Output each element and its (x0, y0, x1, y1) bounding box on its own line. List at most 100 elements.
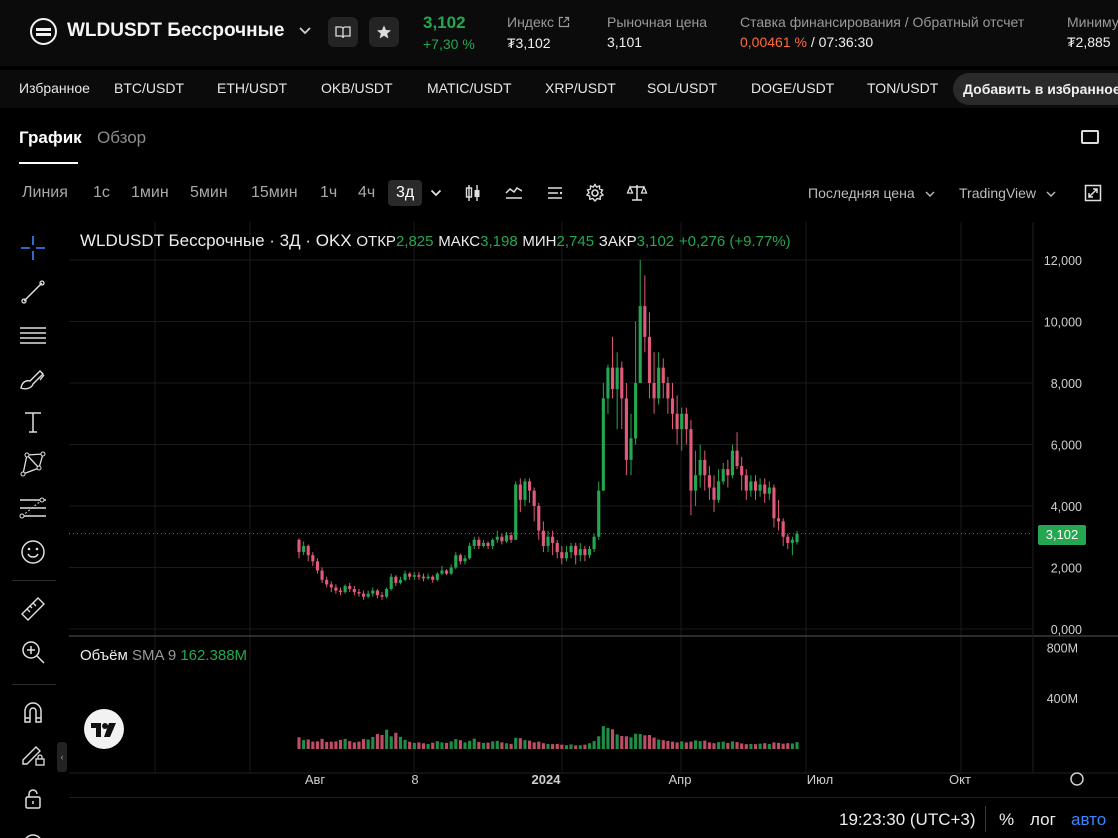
volume-bar (366, 739, 370, 749)
candle-body (753, 481, 758, 491)
axis-settings-icon[interactable] (1070, 772, 1084, 786)
active-tab-indicator (19, 162, 78, 164)
favorites-label[interactable]: Избранное (19, 80, 90, 96)
timeframe-3d[interactable]: 3д (388, 180, 423, 206)
candle-body (781, 521, 785, 537)
brush-icon[interactable] (17, 364, 49, 396)
legend-open-label: ОТКР (356, 233, 396, 250)
candles-icon[interactable] (461, 181, 485, 205)
timeframe-15m[interactable]: 15мин (251, 184, 298, 202)
candle-body (338, 590, 343, 593)
candle-body (717, 481, 721, 500)
candle-body (551, 536, 555, 543)
timeframe-line[interactable]: Линия (22, 184, 68, 202)
funding-rate: 0,00461 % (740, 34, 807, 50)
tab-overview[interactable]: Обзор (97, 128, 146, 148)
volume-bar (486, 742, 490, 749)
clock-timezone[interactable]: 19:23:30 (UTC+3) (839, 810, 976, 830)
expand-icon[interactable] (1081, 181, 1105, 205)
legend-high-label: МАКС (438, 233, 481, 250)
price-chart[interactable]: 12,000 10,000 8,000 6,000 4,000 2,000 0,000 800… (69, 222, 1118, 797)
candle-body (320, 570, 324, 580)
volume-bar (583, 744, 587, 749)
timeframe-chevron-icon[interactable] (425, 181, 447, 205)
symbol-title[interactable]: WLDUSDT Бессрочные (67, 20, 284, 42)
auto-toggle[interactable]: авто (1071, 810, 1106, 830)
settings-list-icon[interactable] (543, 181, 567, 205)
volume-bar (527, 740, 532, 749)
candle-body (790, 539, 794, 543)
timeframe-1s[interactable]: 1с (93, 184, 110, 202)
tab-chart[interactable]: График (19, 128, 82, 148)
trend-line-icon[interactable] (17, 276, 49, 308)
volume-bar (624, 736, 628, 749)
tradingview-logo[interactable] (84, 709, 124, 749)
volume-bar (629, 737, 633, 749)
volume-bar (647, 735, 652, 749)
indicators-icon[interactable] (502, 181, 526, 205)
star-icon[interactable] (369, 17, 399, 47)
fav-item[interactable]: MATIC/USDT (427, 80, 512, 96)
chevron-down-icon[interactable] (298, 23, 312, 39)
price-type-dropdown[interactable]: Последняя цена (808, 185, 935, 201)
pattern-icon[interactable] (17, 448, 49, 480)
candle-body (361, 593, 366, 597)
fav-item[interactable]: SOL/USDT (647, 80, 717, 96)
book-icon[interactable] (328, 17, 358, 47)
volume-bar (481, 742, 486, 749)
external-link-icon[interactable] (558, 15, 570, 31)
fav-item[interactable]: OKB/USDT (321, 80, 393, 96)
horizontal-lines-icon[interactable] (17, 320, 49, 352)
eye-icon[interactable] (17, 822, 49, 838)
timeframe-4h[interactable]: 4ч (358, 184, 375, 202)
volume-bar (786, 743, 790, 749)
volume-bar (740, 743, 744, 749)
candle-body (776, 518, 781, 522)
scales-icon[interactable] (625, 181, 649, 205)
candle-body (444, 570, 449, 574)
volume-bar (560, 744, 564, 749)
window-icon[interactable] (1081, 130, 1099, 144)
timeframe-1h[interactable]: 1ч (320, 184, 337, 202)
volume-bar (763, 743, 767, 749)
zoom-in-icon[interactable] (17, 636, 49, 668)
timeframe-5m[interactable]: 5мин (190, 184, 228, 202)
chevron-down-icon (1046, 191, 1056, 197)
volume-bar (661, 740, 665, 749)
lock-icon[interactable] (17, 783, 49, 815)
pencil-lock-icon[interactable] (17, 738, 49, 770)
volume-bar (408, 741, 412, 749)
legend-open: 2,825 (395, 233, 434, 250)
volume-bar (726, 742, 730, 749)
fibonacci-icon[interactable] (17, 492, 49, 524)
fav-item[interactable]: XRP/USDT (545, 80, 616, 96)
volume-bar (675, 742, 679, 749)
candle-body (564, 552, 569, 559)
collapse-toolbar-handle[interactable]: ‹ (57, 742, 67, 772)
candle-body (440, 570, 444, 574)
volume-bar (421, 743, 426, 749)
volume-bar (352, 742, 356, 749)
text-tool-icon[interactable] (17, 406, 49, 438)
ruler-icon[interactable] (17, 593, 49, 625)
fav-item[interactable]: TON/USDT (867, 80, 938, 96)
chart-source-dropdown[interactable]: TradingView (959, 185, 1056, 201)
candle-body (569, 545, 573, 553)
chevron-down-icon (925, 191, 935, 197)
emoji-icon[interactable] (17, 536, 49, 568)
fav-item[interactable]: ETH/USDT (217, 80, 287, 96)
gear-icon[interactable] (583, 181, 607, 205)
volume-bar (477, 742, 481, 749)
log-toggle[interactable]: лог (1030, 810, 1056, 830)
crosshair-icon[interactable] (17, 232, 49, 264)
volume-bar (297, 737, 301, 749)
volume-bar (551, 744, 555, 749)
okx-logo-icon[interactable] (30, 18, 57, 45)
timeframe-1m[interactable]: 1мин (131, 184, 169, 202)
candle-body (389, 576, 393, 590)
percent-toggle[interactable]: % (999, 810, 1014, 830)
fav-item[interactable]: BTC/USDT (114, 80, 184, 96)
add-to-favorites-button[interactable]: Добавить в избранное (953, 73, 1118, 105)
fav-item[interactable]: DOGE/USDT (751, 80, 834, 96)
magnet-icon[interactable] (17, 696, 49, 728)
